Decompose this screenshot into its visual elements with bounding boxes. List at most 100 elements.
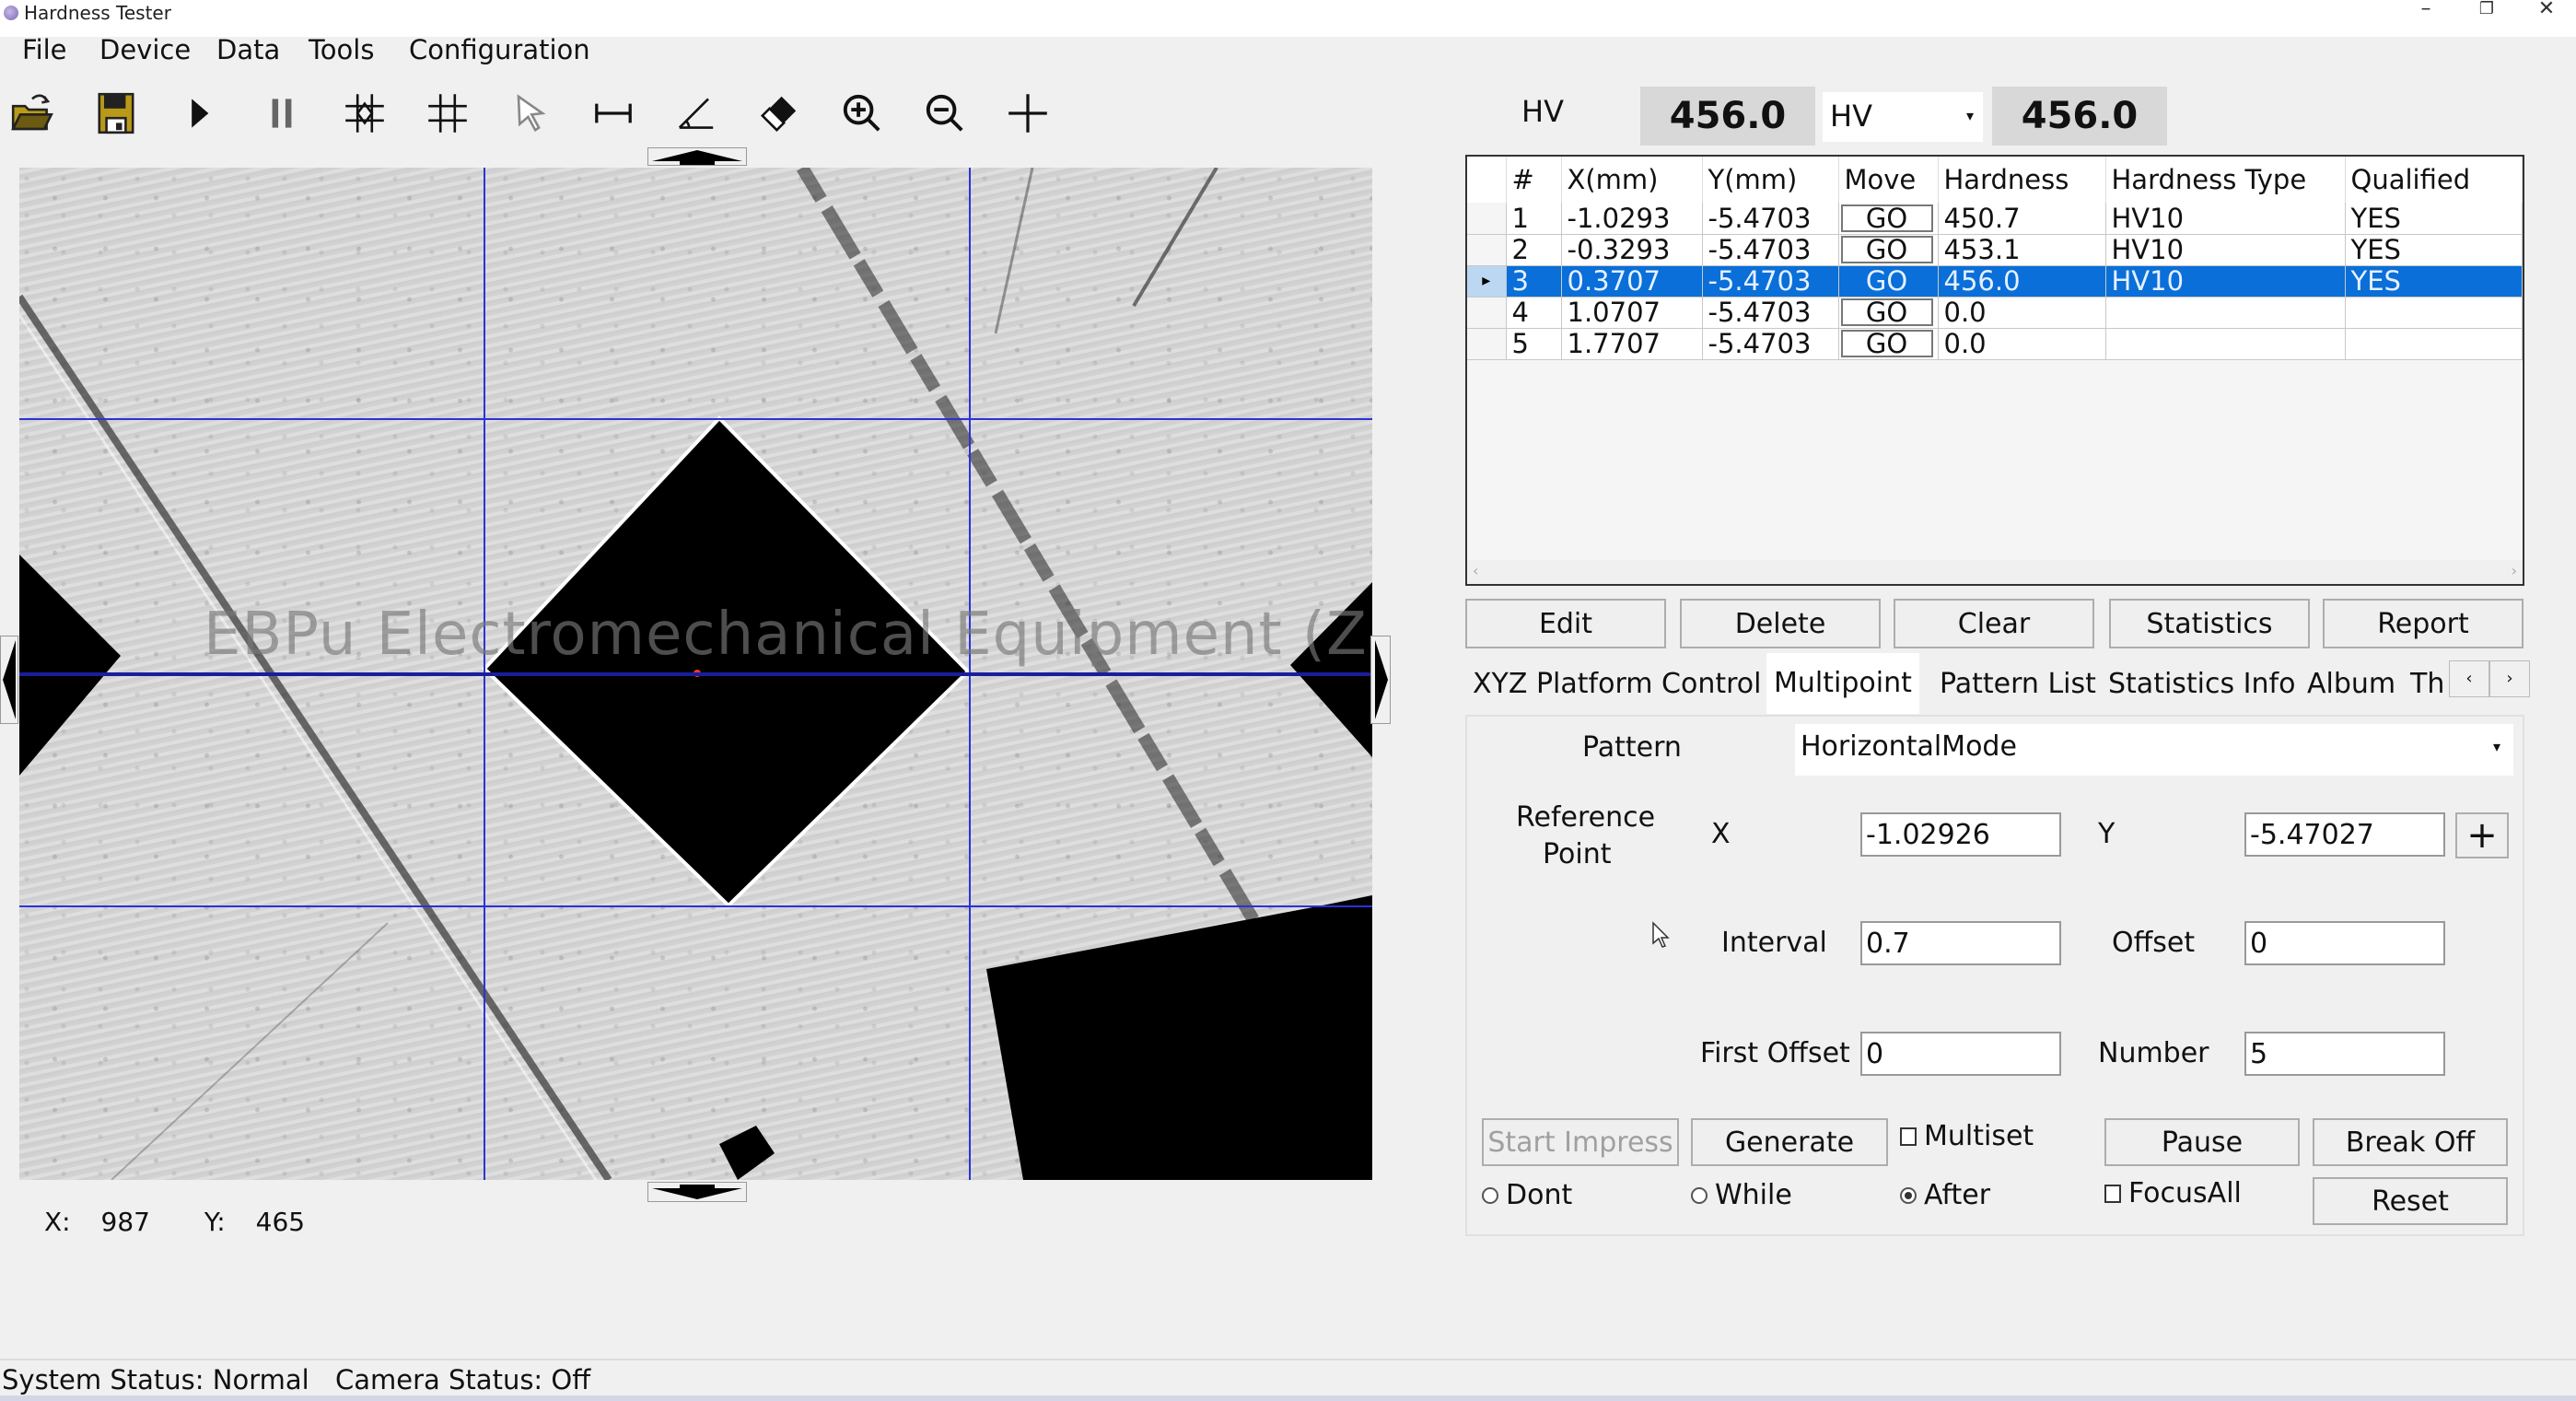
- cell-y[interactable]: -5.4703: [1702, 328, 1839, 360]
- col-index[interactable]: #: [1506, 157, 1562, 203]
- col-hardness[interactable]: Hardness: [1938, 157, 2106, 203]
- col-y[interactable]: Y(mm): [1702, 157, 1839, 203]
- zoom-out-button[interactable]: [917, 83, 973, 144]
- table-row[interactable]: 4 1.0707 -5.4703 GO 0.0: [1467, 297, 2523, 329]
- col-x[interactable]: X(mm): [1561, 157, 1703, 203]
- scroll-right-icon[interactable]: ›: [2512, 562, 2517, 579]
- cell-qualified[interactable]: YES: [2345, 203, 2523, 235]
- row-header[interactable]: [1467, 203, 1507, 235]
- cell-qualified[interactable]: YES: [2345, 234, 2523, 266]
- reset-button[interactable]: Reset: [2313, 1177, 2508, 1225]
- clear-button[interactable]: Clear: [1894, 599, 2094, 648]
- table-row[interactable]: 2 -0.3293 -5.4703 GO 453.1 HV10 YES: [1467, 234, 2523, 266]
- angle-button[interactable]: [669, 83, 724, 144]
- cell-x[interactable]: 0.3707: [1561, 265, 1703, 298]
- cell-y[interactable]: -5.4703: [1702, 265, 1839, 298]
- go-button[interactable]: GO: [1840, 204, 1933, 232]
- crosshair-button[interactable]: [1000, 83, 1055, 144]
- edit-button[interactable]: Edit: [1465, 599, 1666, 648]
- row-header[interactable]: [1467, 297, 1507, 329]
- cell-qualified[interactable]: [2345, 328, 2523, 360]
- multiset-checkbox[interactable]: Multiset: [1900, 1120, 2034, 1152]
- cell-hardness[interactable]: 453.1: [1938, 234, 2106, 266]
- move-left-button[interactable]: [0, 636, 18, 724]
- generate-button[interactable]: Generate: [1691, 1118, 1888, 1166]
- focus-all-checkbox[interactable]: FocusAll: [2104, 1177, 2242, 1209]
- conversion-unit-select[interactable]: HV ▾: [1823, 92, 1983, 142]
- cell-y[interactable]: -5.4703: [1702, 234, 1839, 266]
- go-button[interactable]: GO: [1840, 298, 1933, 326]
- cell-x[interactable]: -0.3293: [1561, 234, 1703, 266]
- focus-while-radio[interactable]: While: [1691, 1179, 1792, 1211]
- horizontal-scrollbar[interactable]: ‹ ›: [1467, 560, 2523, 584]
- tab-pattern-list[interactable]: Pattern List: [1932, 659, 2104, 712]
- cell-qualified[interactable]: [2345, 297, 2523, 329]
- break-off-button[interactable]: Break Off: [2313, 1118, 2508, 1166]
- zoom-in-button[interactable]: [834, 83, 890, 144]
- cell-x[interactable]: 1.0707: [1561, 297, 1703, 329]
- row-header[interactable]: [1467, 328, 1507, 360]
- menu-file[interactable]: File: [22, 33, 67, 66]
- microscope-view[interactable]: EBPu Electromechanical Equipment (Zhejia…: [19, 168, 1372, 1180]
- cell-hardness-type[interactable]: HV10: [2105, 234, 2346, 266]
- row-header[interactable]: [1467, 234, 1507, 266]
- offset-input[interactable]: [2244, 921, 2445, 965]
- close-button[interactable]: ✕: [2519, 0, 2574, 20]
- col-hardness-type[interactable]: Hardness Type: [2105, 157, 2346, 203]
- cell-y[interactable]: -5.4703: [1702, 297, 1839, 329]
- tabs-scroll-right[interactable]: ›: [2489, 660, 2530, 697]
- cell-hardness-type[interactable]: HV10: [2105, 265, 2346, 298]
- tab-multipoint[interactable]: Multipoint: [1766, 653, 1919, 714]
- go-button[interactable]: GO: [1840, 330, 1933, 357]
- guide-line-bottom[interactable]: [19, 905, 1372, 907]
- delete-button[interactable]: Delete: [1680, 599, 1881, 648]
- tab-truncated[interactable]: Th: [2403, 659, 2449, 712]
- cell-y[interactable]: -5.4703: [1702, 203, 1839, 235]
- tab-statistics-info[interactable]: Statistics Info: [2101, 659, 2302, 712]
- open-button[interactable]: [5, 83, 60, 144]
- table-row[interactable]: 1 -1.0293 -5.4703 GO 450.7 HV10 YES: [1467, 203, 2523, 235]
- row-header[interactable]: ▸: [1467, 265, 1507, 298]
- move-down-button[interactable]: [647, 1182, 747, 1202]
- table-row[interactable]: ▸ 3 0.3707 -5.4703 GO 456.0 HV10 YES: [1467, 265, 2523, 298]
- tab-xyz-platform-control[interactable]: XYZ Platform Control: [1465, 659, 1768, 712]
- move-right-button[interactable]: [1370, 636, 1391, 724]
- table-row[interactable]: 5 1.7707 -5.4703 GO 0.0: [1467, 328, 2523, 360]
- distance-button[interactable]: [586, 83, 641, 144]
- start-impress-button[interactable]: Start Impress: [1482, 1118, 1679, 1166]
- minimize-button[interactable]: –: [2398, 0, 2454, 20]
- col-qualified[interactable]: Qualified: [2345, 157, 2523, 203]
- auto-measure-button[interactable]: [337, 83, 392, 144]
- menu-data[interactable]: Data: [216, 33, 280, 66]
- tabs-scroll-left[interactable]: ‹: [2449, 660, 2489, 697]
- guide-line-top[interactable]: [19, 418, 1372, 420]
- cell-hardness[interactable]: 0.0: [1938, 328, 2106, 360]
- cell-hardness-type[interactable]: [2105, 328, 2346, 360]
- cell-hardness-type[interactable]: HV10: [2105, 203, 2346, 235]
- restore-button[interactable]: ❐: [2459, 0, 2514, 20]
- move-up-button[interactable]: [647, 147, 747, 166]
- cell-hardness[interactable]: 450.7: [1938, 203, 2106, 235]
- focus-dont-radio[interactable]: Dont: [1482, 1179, 1572, 1211]
- cell-hardness[interactable]: 0.0: [1938, 297, 2106, 329]
- menu-device[interactable]: Device: [99, 33, 191, 66]
- go-button[interactable]: GO: [1841, 267, 1933, 295]
- first-offset-input[interactable]: [1860, 1032, 2061, 1076]
- pointer-button[interactable]: [503, 83, 558, 144]
- pattern-select[interactable]: HorizontalMode ▾: [1795, 724, 2513, 776]
- number-input[interactable]: [2244, 1032, 2445, 1076]
- cell-index[interactable]: 1: [1506, 203, 1562, 235]
- focus-after-radio[interactable]: After: [1900, 1179, 1990, 1211]
- eraser-button[interactable]: [752, 83, 807, 144]
- cell-index[interactable]: 2: [1506, 234, 1562, 266]
- guide-line-center[interactable]: [19, 672, 1372, 676]
- interval-input[interactable]: [1860, 921, 2061, 965]
- cell-x[interactable]: 1.7707: [1561, 328, 1703, 360]
- report-button[interactable]: Report: [2323, 599, 2524, 648]
- cell-x[interactable]: -1.0293: [1561, 203, 1703, 235]
- ref-y-input[interactable]: [2244, 812, 2445, 857]
- cell-qualified[interactable]: YES: [2345, 265, 2523, 298]
- cell-hardness-type[interactable]: [2105, 297, 2346, 329]
- play-button[interactable]: [171, 83, 227, 144]
- col-move[interactable]: Move: [1838, 157, 1939, 203]
